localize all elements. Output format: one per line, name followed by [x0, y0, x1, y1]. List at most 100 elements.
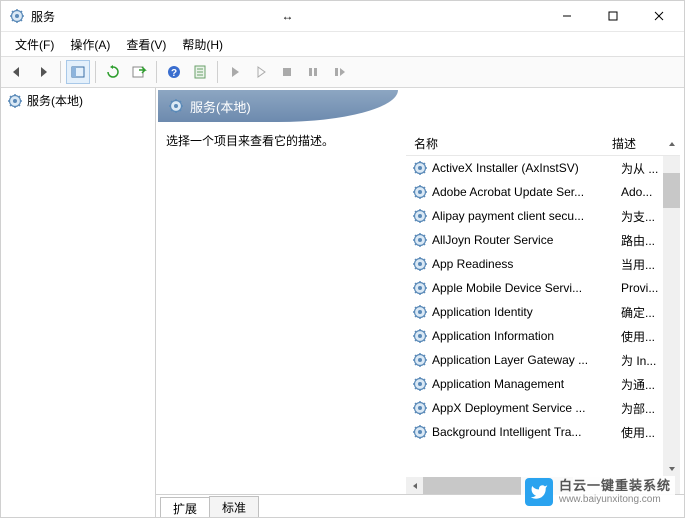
svg-text:?: ? — [171, 68, 177, 79]
window: 服务 ↔ 文件(F) 操作(A) 查看(V) 帮助(H) ? — [0, 0, 685, 518]
app-icon — [9, 8, 25, 24]
column-desc[interactable]: 描述 — [608, 135, 663, 152]
scroll-up-button[interactable] — [663, 140, 680, 148]
detail-body: 选择一个项目来查看它的描述。 名称 描述 ActiveX Installer (… — [156, 122, 684, 494]
menu-help[interactable]: 帮助(H) — [174, 33, 231, 56]
window-title: 服务 — [31, 8, 213, 25]
toolbar: ? — [1, 57, 684, 88]
list-body: ActiveX Installer (AxInstSV)为从 ...Adobe … — [406, 156, 680, 494]
service-desc: Ado... — [621, 185, 663, 199]
refresh-button[interactable] — [101, 60, 125, 84]
service-name: AppX Deployment Service ... — [432, 401, 621, 415]
service-row[interactable]: Apple Mobile Device Servi...Provi... — [406, 276, 663, 300]
menu-action[interactable]: 操作(A) — [62, 33, 118, 56]
minimize-button[interactable] — [544, 1, 590, 31]
content-area: 服务(本地) 服务(本地) 选择一个项目来查看它的描述。 名称 描述 Activ… — [1, 88, 684, 517]
service-name: Application Identity — [432, 305, 621, 319]
service-desc: 为 In... — [621, 352, 663, 369]
service-row[interactable]: Application Management为通... — [406, 372, 663, 396]
service-row[interactable]: Application Layer Gateway ...为 In... — [406, 348, 663, 372]
gear-icon — [412, 184, 428, 200]
vscroll-thumb[interactable] — [663, 173, 680, 208]
service-name: Background Intelligent Tra... — [432, 425, 621, 439]
gear-icon — [412, 232, 428, 248]
export-button[interactable] — [127, 60, 151, 84]
gear-icon — [412, 424, 428, 440]
description-prompt: 选择一个项目来查看它的描述。 — [166, 132, 406, 494]
service-row[interactable]: App Readiness当用... — [406, 252, 663, 276]
title-bar: 服务 ↔ — [1, 1, 684, 32]
gear-icon — [412, 328, 428, 344]
detail-panel: 服务(本地) 选择一个项目来查看它的描述。 名称 描述 ActiveX Inst… — [156, 88, 684, 517]
start-service-button[interactable] — [223, 60, 247, 84]
gear-icon — [412, 208, 428, 224]
watermark-bird-icon — [525, 478, 553, 506]
service-name: AllJoyn Router Service — [432, 233, 621, 247]
column-name[interactable]: 名称 — [406, 135, 608, 152]
tab-extended[interactable]: 扩展 — [160, 497, 210, 517]
service-name: Application Information — [432, 329, 621, 343]
service-desc: 为支... — [621, 208, 663, 225]
service-row[interactable]: AllJoyn Router Service路由... — [406, 228, 663, 252]
resize-grip-icon: ↔ — [282, 9, 294, 23]
window-controls — [544, 1, 682, 31]
watermark-url: www.baiyunxitong.com — [559, 494, 671, 505]
watermark: 白云一键重装系统 www.baiyunxitong.com — [521, 476, 675, 508]
tree-root-item[interactable]: 服务(本地) — [3, 90, 153, 111]
service-row[interactable]: Adobe Acrobat Update Ser...Ado... — [406, 180, 663, 204]
gear-icon — [412, 400, 428, 416]
tab-standard[interactable]: 标准 — [209, 496, 259, 517]
show-hide-tree-button[interactable] — [66, 60, 90, 84]
detail-header: 服务(本地) — [158, 90, 398, 122]
restart-button[interactable] — [327, 60, 351, 84]
gear-icon — [7, 93, 23, 109]
close-button[interactable] — [636, 1, 682, 31]
scroll-down-button[interactable] — [663, 460, 680, 477]
service-name: Application Management — [432, 377, 621, 391]
service-row[interactable]: AppX Deployment Service ...为部... — [406, 396, 663, 420]
watermark-title: 白云一键重装系统 — [559, 479, 671, 493]
vertical-scrollbar[interactable] — [663, 156, 680, 477]
gear-icon — [412, 160, 428, 176]
forward-button[interactable] — [31, 60, 55, 84]
service-row[interactable]: Alipay payment client secu...为支... — [406, 204, 663, 228]
list-header: 名称 描述 — [406, 132, 680, 156]
service-name: ActiveX Installer (AxInstSV) — [432, 161, 621, 175]
services-list: 名称 描述 ActiveX Installer (AxInstSV)为从 ...… — [406, 132, 680, 494]
menu-file[interactable]: 文件(F) — [7, 33, 62, 56]
service-row[interactable]: ActiveX Installer (AxInstSV)为从 ... — [406, 156, 663, 180]
service-name: App Readiness — [432, 257, 621, 271]
service-row[interactable]: Application Information使用... — [406, 324, 663, 348]
service-desc: Provi... — [621, 281, 663, 295]
service-name: Apple Mobile Device Servi... — [432, 281, 621, 295]
service-name: Adobe Acrobat Update Ser... — [432, 185, 621, 199]
back-button[interactable] — [5, 60, 29, 84]
gear-icon — [412, 304, 428, 320]
properties-button[interactable] — [188, 60, 212, 84]
service-row[interactable]: Application Identity确定... — [406, 300, 663, 324]
service-desc: 当用... — [621, 256, 663, 273]
pause-button[interactable] — [301, 60, 325, 84]
help-button[interactable]: ? — [162, 60, 186, 84]
gear-icon — [412, 256, 428, 272]
gear-icon — [168, 98, 184, 114]
service-desc: 路由... — [621, 232, 663, 249]
service-row[interactable]: Background Intelligent Tra...使用... — [406, 420, 663, 444]
service-name: Alipay payment client secu... — [432, 209, 621, 223]
tree-root-label: 服务(本地) — [27, 92, 83, 109]
gear-icon — [412, 352, 428, 368]
service-desc: 使用... — [621, 424, 663, 441]
menu-bar: 文件(F) 操作(A) 查看(V) 帮助(H) — [1, 32, 684, 57]
menu-view[interactable]: 查看(V) — [118, 33, 174, 56]
gear-icon — [412, 280, 428, 296]
service-name: Application Layer Gateway ... — [432, 353, 621, 367]
service-desc: 使用... — [621, 328, 663, 345]
stop-button[interactable] — [275, 60, 299, 84]
detail-header-title: 服务(本地) — [190, 97, 251, 116]
maximize-button[interactable] — [590, 1, 636, 31]
scroll-left-button[interactable] — [406, 477, 423, 494]
service-desc: 为从 ... — [621, 160, 663, 177]
play-button[interactable] — [249, 60, 273, 84]
service-desc: 为通... — [621, 376, 663, 393]
gear-icon — [412, 376, 428, 392]
